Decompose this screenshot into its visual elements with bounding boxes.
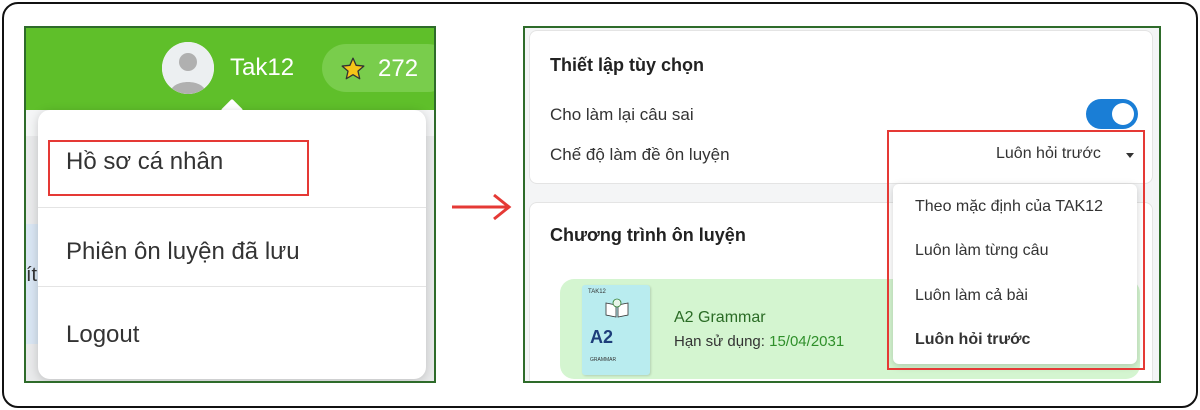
cover-subtitle: GRAMMAR (590, 357, 617, 363)
avatar[interactable] (162, 42, 214, 94)
course-name[interactable]: A2 Grammar (674, 309, 766, 327)
menu-item-saved-sessions[interactable]: Phiên ôn luyện đã lưu (38, 207, 426, 295)
program-title: Chương trình ôn luyện (550, 225, 746, 245)
star-points-badge[interactable]: 272 (322, 44, 434, 92)
expiry-label: Hạn sử dụng: (674, 333, 765, 350)
arrow-right-icon (452, 193, 512, 221)
settings-title: Thiết lập tùy chọn (550, 55, 705, 75)
book-cover-image: TAK12 A2 GRAMMAR (582, 285, 650, 375)
menu-item-label: Phiên ôn luyện đã lưu (66, 238, 300, 265)
right-screenshot-panel: Thiết lập tùy chọn Cho làm lại câu sai C… (523, 26, 1161, 383)
star-icon (341, 57, 365, 80)
menu-item-logout[interactable]: Logout (38, 286, 426, 374)
star-count: 272 (378, 55, 419, 82)
toggle-knob (1112, 103, 1134, 125)
course-expiry: Hạn sử dụng: 15/04/2031 (674, 333, 844, 350)
expiry-date: 15/04/2031 (769, 333, 845, 350)
username[interactable]: Tak12 (230, 54, 294, 82)
partial-text: ít (26, 264, 38, 286)
profile-highlight-box (48, 140, 309, 196)
cover-level: A2 (590, 327, 614, 347)
practice-mode-label: Chế độ làm đề ôn luyện (550, 145, 730, 164)
menu-item-label: Logout (66, 321, 140, 348)
retry-wrong-answers-toggle[interactable] (1086, 99, 1138, 129)
options-highlight-box (887, 130, 1145, 370)
open-book-icon (605, 298, 629, 318)
left-screenshot-panel: ít Tak12 272 Hồ sơ cá nhân Phiên ôn luyệ… (24, 26, 436, 383)
cover-brand: TAK12 (588, 289, 606, 295)
retry-wrong-answers-label: Cho làm lại câu sai (550, 105, 694, 124)
